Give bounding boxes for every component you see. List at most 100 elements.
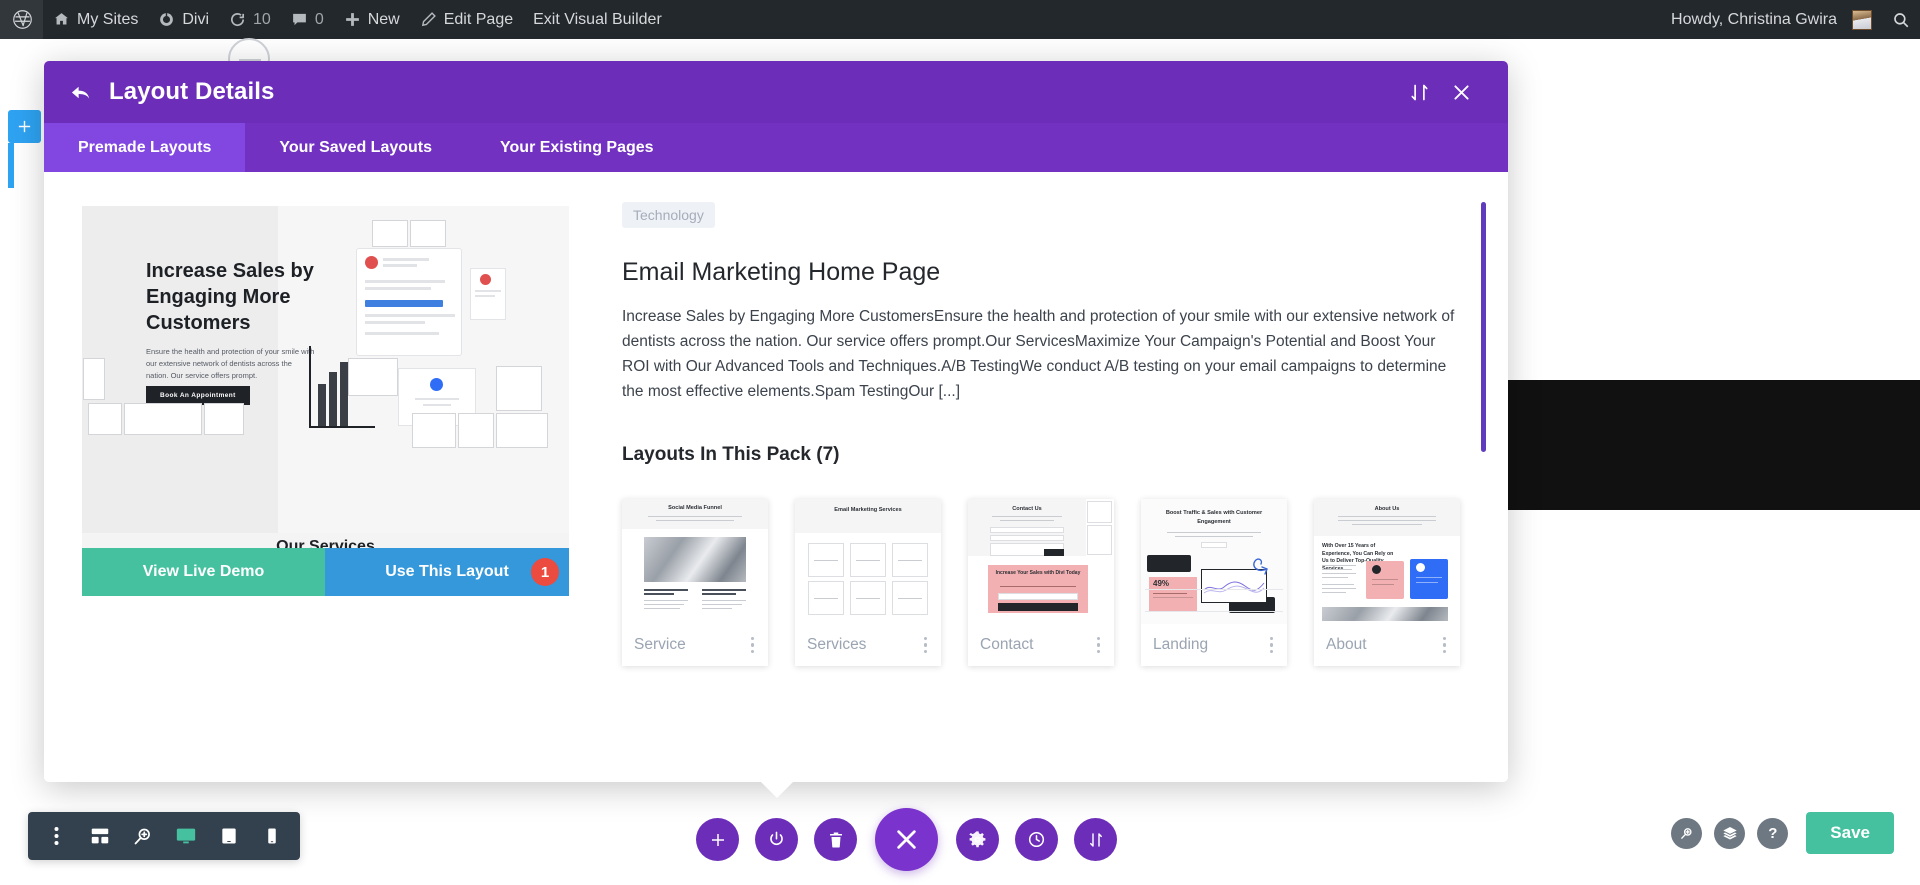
help-icon[interactable]: ? (1757, 817, 1789, 849)
thumb-line (644, 593, 674, 595)
trash-button[interactable] (814, 818, 857, 861)
thumb-header-band (795, 499, 941, 533)
category-badge[interactable]: Technology (622, 202, 715, 228)
preview-mock-box (372, 220, 408, 247)
plus-icon (711, 833, 724, 846)
add-section-button[interactable] (696, 818, 739, 861)
history-button[interactable] (1015, 818, 1058, 861)
thumb-line (1322, 592, 1346, 594)
desktop-icon[interactable] (165, 812, 206, 860)
thumb-line (644, 589, 688, 591)
sort-icon[interactable] (1398, 71, 1440, 113)
close-builder-button[interactable] (875, 808, 938, 871)
admin-bar-label: My Sites (77, 10, 139, 28)
more-vertical-icon[interactable] (747, 633, 759, 658)
tab-your-existing-pages[interactable]: Your Existing Pages (466, 123, 688, 172)
pack-thumb-services[interactable]: Email Marketing Services Services (795, 499, 941, 666)
modal-pointer (760, 781, 794, 798)
more-vertical-icon[interactable] (1266, 633, 1278, 658)
admin-bar-item-updates[interactable]: 10 (219, 0, 281, 39)
portability-button[interactable] (1074, 818, 1117, 861)
wp-admin-bar: My Sites Divi 10 0 New Edit Page Exit Vi… (0, 0, 1920, 39)
tab-label: Premade Layouts (78, 138, 212, 156)
settings-button[interactable] (956, 818, 999, 861)
thumb-footer: Landing (1141, 624, 1287, 666)
thumb-line (702, 593, 736, 595)
thumb-line (1338, 520, 1436, 522)
more-vertical-icon[interactable] (36, 812, 77, 860)
wordpress-icon (12, 9, 33, 30)
pack-thumb-about[interactable]: About Us With Over 15 Years of Experienc… (1314, 499, 1460, 666)
zoom-icon[interactable] (122, 812, 163, 860)
preview-mock-line (365, 332, 439, 335)
thumb-line (1322, 565, 1356, 567)
admin-bar-item-comments[interactable]: 0 (281, 0, 334, 39)
thumb-preview-title: Contact Us (1012, 506, 1042, 512)
preview-mock-box (412, 413, 456, 448)
admin-bar-item-edit-page[interactable]: Edit Page (410, 0, 523, 39)
preview-mock-box (204, 403, 244, 435)
thumb-preview-title: About Us (1374, 506, 1400, 512)
thumb-line (856, 560, 880, 562)
thumb-line (898, 560, 922, 562)
tablet-icon[interactable] (208, 812, 249, 860)
more-vertical-icon[interactable] (1439, 633, 1451, 658)
admin-bar-item-my-sites[interactable]: My Sites (43, 0, 148, 39)
admin-bar-account[interactable]: Howdy, Christina Gwira (1661, 0, 1882, 39)
save-button[interactable]: Save (1806, 812, 1894, 854)
thumb-arrow-icon (1253, 558, 1268, 575)
thumb-line (1322, 569, 1352, 571)
detail-scrollbar-thumb[interactable] (1481, 202, 1486, 452)
preview-screenshot: Increase Sales by Engaging More Customer… (82, 206, 569, 596)
power-button[interactable] (755, 818, 798, 861)
layers-icon[interactable] (1714, 817, 1746, 849)
admin-bar-item-divi[interactable]: Divi (148, 0, 219, 39)
close-icon[interactable] (1440, 71, 1482, 113)
admin-bar-item-exit-visual-builder[interactable]: Exit Visual Builder (523, 0, 672, 39)
thumb-line (1416, 577, 1442, 579)
more-vertical-icon[interactable] (1093, 633, 1105, 658)
tab-premade-layouts[interactable]: Premade Layouts (44, 123, 246, 172)
back-arrow-icon[interactable] (70, 81, 93, 104)
pack-thumb-service[interactable]: Social Media Funnel Service (622, 499, 768, 666)
thumb-line (702, 600, 746, 602)
preview-chart-axis (309, 426, 375, 428)
page-root: My Sites Divi 10 0 New Edit Page Exit Vi… (0, 0, 1920, 885)
thumb-line (656, 520, 734, 522)
tab-label: Your Saved Layouts (279, 138, 433, 156)
tab-your-saved-layouts[interactable]: Your Saved Layouts (245, 123, 466, 172)
thumb-line (1322, 584, 1354, 586)
search-icon (1892, 11, 1910, 29)
admin-bar-search-button[interactable] (1882, 0, 1920, 39)
more-vertical-icon[interactable] (920, 633, 932, 658)
layout-description: Increase Sales by Engaging More Customer… (622, 308, 1455, 400)
admin-bar-comments-count: 0 (314, 10, 324, 28)
preview-mock-line (365, 280, 445, 283)
preview-mock-avatar (365, 256, 378, 269)
thumb-input (998, 593, 1078, 600)
preview-mock-dot (480, 274, 491, 285)
wordpress-logo-button[interactable] (0, 0, 43, 39)
thumb-promo-title: Increase Your Sales with Divi Today (995, 570, 1081, 576)
admin-bar-item-new[interactable]: New (334, 0, 410, 39)
preview-mock-line (365, 314, 455, 317)
preview-mock-line (365, 321, 425, 324)
pack-thumb-landing[interactable]: Boost Traffic & Sales with Customer Enga… (1141, 499, 1287, 666)
pack-thumbnail-row: Social Media Funnel Service Email Market… (622, 499, 1460, 666)
phone-icon[interactable] (251, 812, 292, 860)
vb-add-section-button[interactable] (8, 110, 41, 143)
vb-left-accent (8, 143, 14, 188)
view-live-demo-label: View Live Demo (142, 563, 265, 580)
modal-tabs: Premade Layouts Your Saved Layouts Your … (44, 123, 1508, 172)
thumb-preview: Contact Us Increase Your Sales with Divi… (968, 499, 1114, 624)
preview-mock-dot (430, 378, 443, 391)
pencil-icon (420, 11, 437, 28)
zoom-icon[interactable] (1671, 817, 1703, 849)
layout-title: Email Marketing Home Page (622, 258, 941, 286)
layout-preview-image[interactable]: Increase Sales by Engaging More Customer… (82, 206, 569, 596)
pack-heading: Layouts In This Pack (7) (622, 444, 840, 465)
view-live-demo-button[interactable]: View Live Demo (82, 548, 325, 596)
wireframe-icon[interactable] (79, 812, 120, 860)
pack-thumb-contact[interactable]: Contact Us Increase Your Sales with Divi… (968, 499, 1114, 666)
layout-details-modal: Layout Details Premade Layouts Your Save… (44, 61, 1508, 798)
